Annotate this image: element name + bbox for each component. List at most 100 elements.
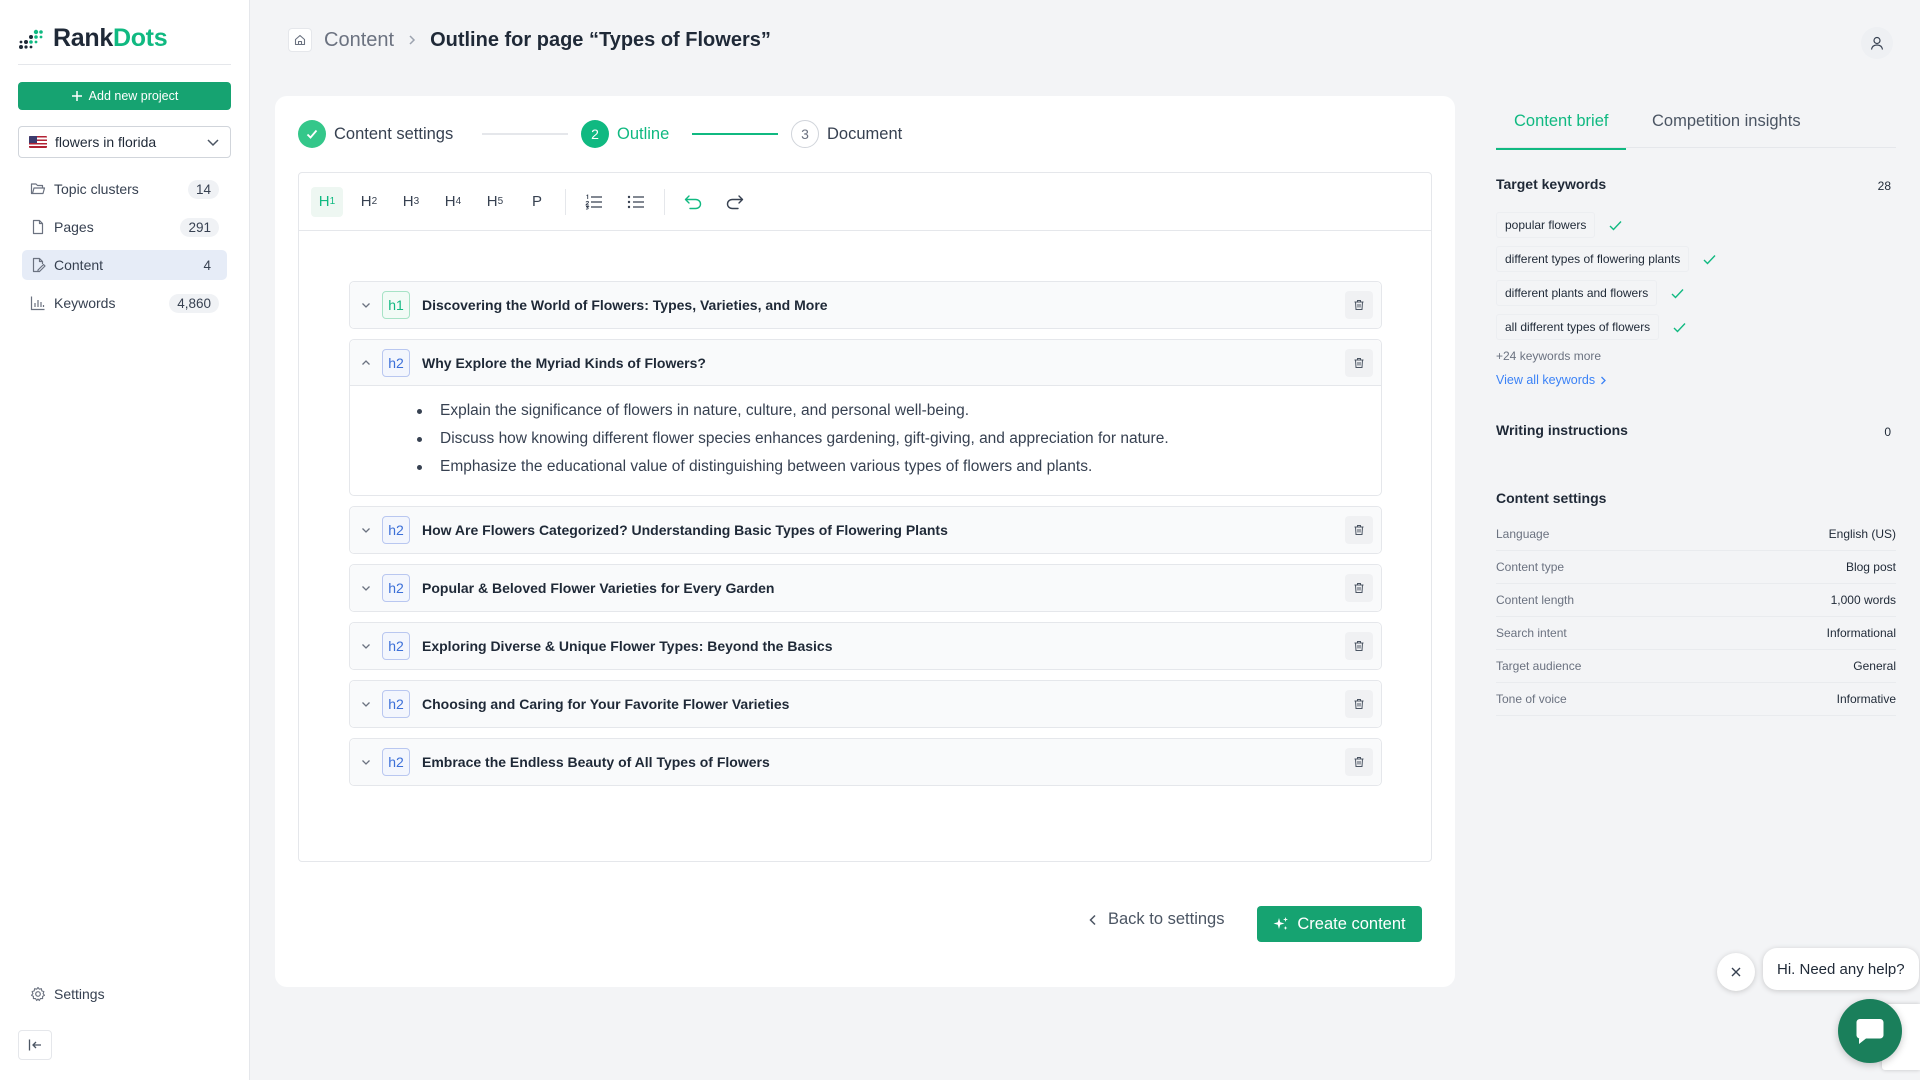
create-content-button[interactable]: Create content bbox=[1257, 906, 1422, 942]
home-icon bbox=[294, 34, 306, 46]
chevron-down-icon[interactable] bbox=[358, 641, 374, 651]
writing-instructions-title[interactable]: Writing instructions bbox=[1496, 422, 1628, 438]
step-connector bbox=[692, 133, 778, 135]
heading-4-button[interactable]: H4 bbox=[437, 187, 469, 217]
trash-icon[interactable] bbox=[1345, 574, 1373, 602]
sidebar-item-pages[interactable]: Pages 291 bbox=[22, 212, 227, 242]
paragraph-button[interactable]: P bbox=[521, 187, 553, 217]
heading-level-tag: h2 bbox=[382, 516, 410, 544]
section-title[interactable]: Choosing and Caring for Your Favorite Fl… bbox=[422, 696, 1345, 712]
trash-icon[interactable] bbox=[1345, 291, 1373, 319]
chevron-down-icon[interactable] bbox=[358, 757, 374, 767]
logo-text: RankDots bbox=[53, 24, 168, 52]
trash-icon[interactable] bbox=[1345, 348, 1373, 377]
sparkles-icon bbox=[1273, 916, 1289, 932]
chevron-down-icon[interactable] bbox=[358, 525, 374, 535]
outline-section[interactable]: h2 Popular & Beloved Flower Varieties fo… bbox=[349, 564, 1382, 612]
outline-section[interactable]: h2 Choosing and Caring for Your Favorite… bbox=[349, 680, 1382, 728]
step-label: Content settings bbox=[334, 124, 454, 143]
step-outline[interactable]: 2 Outline bbox=[581, 120, 669, 148]
collapse-sidebar-button[interactable] bbox=[18, 1030, 52, 1060]
settings-row: Tone of voice Informative bbox=[1496, 683, 1896, 716]
section-title[interactable]: Exploring Diverse & Unique Flower Types:… bbox=[422, 638, 1345, 654]
content-settings-title: Content settings bbox=[1496, 490, 1607, 506]
chat-greeting-bubble[interactable]: Hi. Need any help? bbox=[1763, 948, 1919, 990]
user-menu-button[interactable] bbox=[1861, 27, 1893, 59]
heading-level-tag: h2 bbox=[382, 690, 410, 718]
view-all-keywords-link[interactable]: View all keywords bbox=[1496, 373, 1607, 387]
heading-3-button[interactable]: H3 bbox=[395, 187, 427, 217]
redo-button[interactable] bbox=[719, 187, 751, 217]
chat-launcher-button[interactable] bbox=[1838, 999, 1902, 1063]
list-item[interactable]: Emphasize the educational value of disti… bbox=[417, 453, 1361, 481]
chevron-down-icon[interactable] bbox=[358, 699, 374, 709]
add-new-project-button[interactable]: Add new project bbox=[18, 82, 231, 110]
trash-icon[interactable] bbox=[1345, 516, 1373, 544]
bullet-list-icon bbox=[627, 194, 645, 210]
tab-competition-insights[interactable]: Competition insights bbox=[1652, 112, 1801, 148]
sidebar-item-label: Keywords bbox=[54, 295, 116, 311]
toolbar-divider bbox=[565, 188, 566, 215]
trash-icon[interactable] bbox=[1345, 690, 1373, 718]
list-item[interactable]: Discuss how knowing different flower spe… bbox=[417, 425, 1361, 453]
section-body[interactable]: Explain the significance of flowers in n… bbox=[350, 386, 1381, 495]
outline-section[interactable]: h1 Discovering the World of Flowers: Typ… bbox=[349, 281, 1382, 329]
section-title[interactable]: Discovering the World of Flowers: Types,… bbox=[422, 297, 1345, 313]
chevron-down-icon bbox=[206, 135, 220, 149]
section-title[interactable]: Embrace the Endless Beauty of All Types … bbox=[422, 754, 1345, 770]
outline-section[interactable]: h2 How Are Flowers Categorized? Understa… bbox=[349, 506, 1382, 554]
keyword-chip[interactable]: different types of flowering plants bbox=[1496, 246, 1690, 272]
section-title[interactable]: Why Explore the Myriad Kinds of Flowers? bbox=[422, 355, 1345, 371]
heading-level-tag: h2 bbox=[382, 348, 410, 377]
trash-icon[interactable] bbox=[1345, 632, 1373, 660]
home-button[interactable] bbox=[288, 28, 312, 52]
undo-button[interactable] bbox=[677, 187, 709, 217]
chevron-up-icon[interactable] bbox=[358, 358, 374, 368]
keyword-chip[interactable]: popular flowers bbox=[1496, 212, 1596, 238]
editor-toolbar: H1 H2 H3 H4 H5 P bbox=[299, 173, 1431, 231]
outline-section[interactable]: h2 Exploring Diverse & Unique Flower Typ… bbox=[349, 622, 1382, 670]
right-panel: Content brief Competition insights Targe… bbox=[1496, 96, 1896, 796]
logo[interactable]: RankDots bbox=[18, 24, 168, 53]
keyword-row: all different types of flowers bbox=[1496, 314, 1686, 340]
heading-1-button[interactable]: H1 bbox=[311, 186, 343, 217]
keyword-chip[interactable]: different plants and flowers bbox=[1496, 280, 1658, 306]
heading-level-tag: h2 bbox=[382, 632, 410, 660]
section-title[interactable]: How Are Flowers Categorized? Understandi… bbox=[422, 522, 1345, 538]
section-title[interactable]: Popular & Beloved Flower Varieties for E… bbox=[422, 580, 1345, 596]
target-keywords-title: Target keywords bbox=[1496, 176, 1607, 192]
tab-content-brief[interactable]: Content brief bbox=[1496, 112, 1627, 150]
project-selector[interactable]: flowers in florida bbox=[18, 126, 231, 158]
heading-5-button[interactable]: H5 bbox=[479, 187, 511, 217]
sidebar-item-topic-clusters[interactable]: Topic clusters 14 bbox=[22, 174, 227, 204]
outline-section[interactable]: h2 Embrace the Endless Beauty of All Typ… bbox=[349, 738, 1382, 786]
sidebar-item-settings[interactable]: Settings bbox=[30, 986, 105, 1002]
outline-section[interactable]: h2 Why Explore the Myriad Kinds of Flowe… bbox=[349, 339, 1382, 496]
check-icon bbox=[1703, 254, 1716, 265]
close-chat-button[interactable] bbox=[1717, 953, 1755, 991]
file-icon bbox=[30, 219, 46, 235]
list-item[interactable]: Explain the significance of flowers in n… bbox=[417, 397, 1361, 425]
settings-row: Content type Blog post bbox=[1496, 551, 1896, 584]
chevron-right-icon bbox=[1600, 376, 1607, 385]
us-flag-icon bbox=[29, 136, 47, 148]
heading-2-button[interactable]: H2 bbox=[353, 187, 385, 217]
sidebar-item-content[interactable]: Content 4 bbox=[22, 250, 227, 280]
back-to-settings-label: Back to settings bbox=[1108, 910, 1225, 928]
stepper: Content settings 2 Outline 3 Document bbox=[298, 120, 998, 148]
step-content-settings[interactable]: Content settings bbox=[298, 120, 453, 148]
user-icon bbox=[1869, 35, 1885, 51]
chevron-down-icon[interactable] bbox=[358, 300, 374, 310]
page-title: Outline for page “Types of Flowers” bbox=[430, 28, 771, 51]
bullet-list-button[interactable] bbox=[620, 187, 652, 217]
breadcrumb-content[interactable]: Content bbox=[324, 29, 394, 52]
back-to-settings-button[interactable]: Back to settings bbox=[1088, 910, 1224, 929]
undo-icon bbox=[684, 194, 702, 210]
trash-icon[interactable] bbox=[1345, 748, 1373, 776]
keyword-chip[interactable]: all different types of flowers bbox=[1496, 314, 1660, 340]
step-document[interactable]: 3 Document bbox=[791, 120, 902, 148]
ordered-list-button[interactable] bbox=[578, 187, 610, 217]
sidebar-item-keywords[interactable]: Keywords 4,860 bbox=[22, 288, 227, 318]
check-circle-icon bbox=[298, 120, 326, 148]
chevron-down-icon[interactable] bbox=[358, 583, 374, 593]
